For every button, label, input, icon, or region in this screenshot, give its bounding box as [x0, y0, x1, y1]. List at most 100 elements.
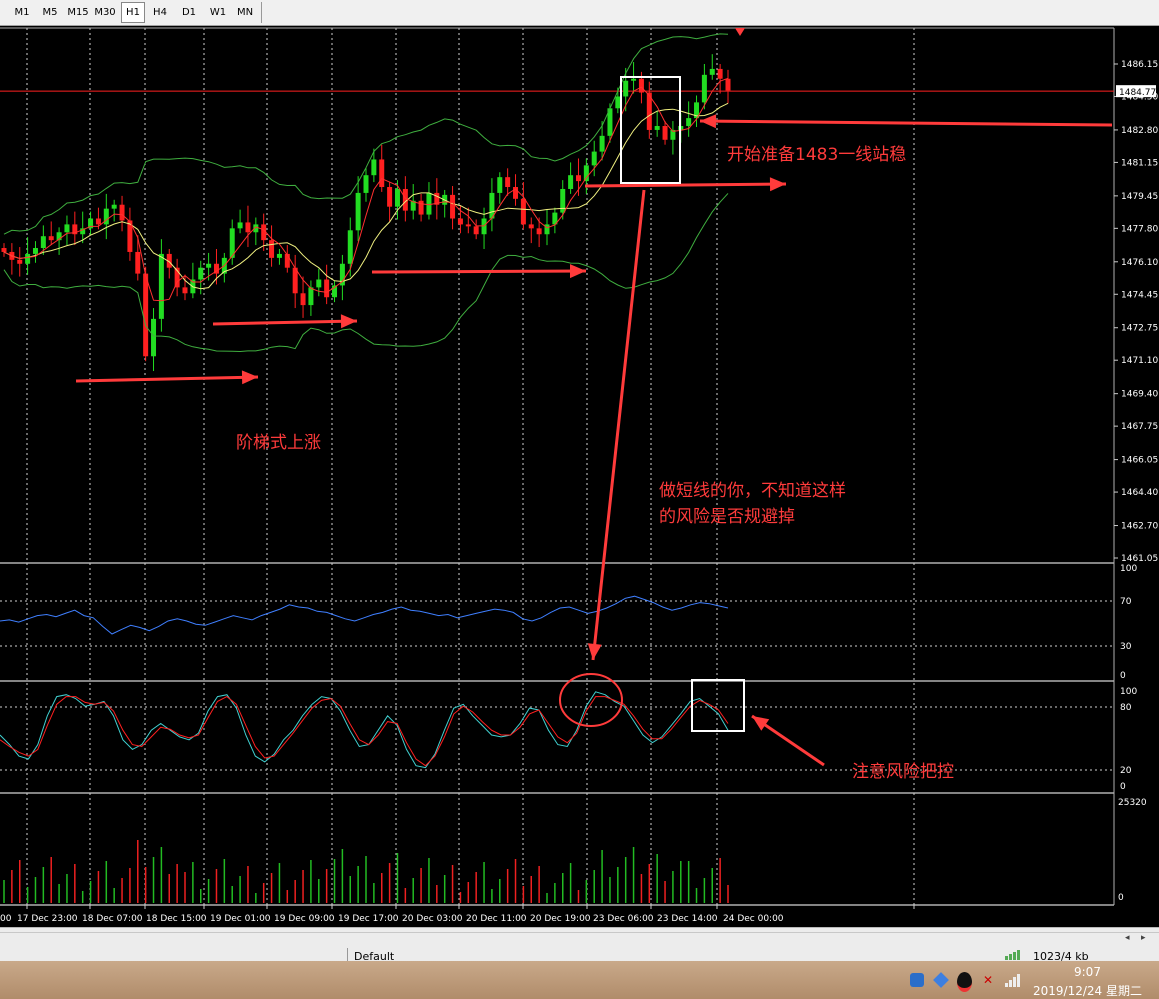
bear-candle	[457, 218, 463, 225]
timeframe-toolbar: M1 M5 M15 M30 H1 H4 D1 W1 MN	[0, 0, 1159, 26]
stair-arrow-3	[371, 269, 587, 274]
price-tick-label: 1461.05	[1121, 554, 1158, 564]
bull-candle	[237, 222, 243, 229]
price-tick-label: 1467.75	[1121, 422, 1158, 432]
status-separator	[347, 948, 348, 962]
bear-candle	[119, 204, 125, 221]
bull-candle	[371, 159, 377, 176]
time-axis-label: 20 Dec 19:00	[530, 914, 591, 924]
annotation-risk: 注意风险把控	[852, 762, 954, 782]
price-tick-label: 1481.15	[1121, 158, 1158, 168]
rsi-axis-label: 30	[1120, 642, 1132, 652]
price-chart: 1486.151484.501482.801481.151479.451477.…	[0, 27, 1158, 924]
price-tick-label: 1471.10	[1121, 356, 1158, 366]
stair-arrow-4-head	[769, 177, 786, 192]
clock-time[interactable]: 9:07	[1074, 965, 1101, 979]
stoch-axis-label: 0	[1120, 782, 1126, 792]
bull-candle	[206, 263, 212, 268]
time-axis-label: 18 Dec 07:00	[82, 914, 143, 924]
shield-icon[interactable]	[910, 973, 924, 987]
network-icon[interactable]	[1005, 973, 1021, 987]
stair-arrow-1	[75, 375, 259, 383]
bull-candle	[151, 318, 157, 357]
bear-candle	[638, 78, 644, 93]
annotation-stair: 阶梯式上涨	[236, 433, 321, 453]
bear-candle	[182, 287, 188, 294]
bull-candle	[623, 80, 629, 97]
bull-candle	[355, 192, 361, 231]
rsi-axis-label: 100	[1120, 564, 1137, 574]
bull-candle	[709, 68, 715, 75]
time-axis-label: 18 Dec 15:00	[146, 914, 207, 924]
divergence-arrow	[591, 189, 646, 661]
current-price-label: 1484.77	[1119, 88, 1156, 98]
time-axis-label: 23 Dec 06:00	[593, 914, 654, 924]
timeframe-m5[interactable]: M5	[39, 3, 61, 22]
annotation-short-term: 做短线的你，不知道这样 的风险是否规避掉	[659, 481, 846, 527]
price-tick-label: 1469.40	[1121, 390, 1158, 400]
qq-icon[interactable]	[957, 972, 972, 992]
bull-candle	[316, 279, 322, 288]
bear-candle	[725, 78, 731, 91]
time-axis-label: 19 Dec 09:00	[274, 914, 335, 924]
bear-candle	[245, 222, 251, 233]
bull-candle	[308, 287, 314, 306]
bear-candle	[520, 198, 526, 225]
stoch-highlight-box	[691, 679, 745, 732]
bull-candle	[111, 204, 117, 209]
timeframe-m1[interactable]: M1	[11, 3, 33, 22]
price-tick-label: 1476.10	[1121, 258, 1158, 268]
bear-candle	[379, 159, 385, 188]
new-bar-marker-icon	[735, 28, 745, 36]
bear-candle	[17, 259, 23, 264]
bear-candle	[575, 175, 581, 182]
price-tick-label: 1474.45	[1121, 290, 1158, 300]
bear-candle	[450, 194, 456, 219]
timeframe-m15[interactable]: M15	[66, 3, 90, 22]
scroll-right-icon[interactable]: ▸	[1141, 933, 1155, 943]
bull-candle	[654, 125, 660, 130]
bear-candle	[717, 68, 723, 79]
risk-arrow-head	[752, 716, 770, 731]
timeframe-h1[interactable]: H1	[121, 2, 145, 23]
rsi-axis-label: 70	[1120, 597, 1132, 607]
clock-date[interactable]: 2019/12/24 星期二	[1033, 982, 1142, 999]
time-axis-label: 24 Dec 00:00	[723, 914, 784, 924]
time-axis-label: 19 Dec 17:00	[338, 914, 399, 924]
bear-candle	[143, 273, 149, 357]
timeframe-mn[interactable]: MN	[234, 3, 256, 22]
bull-candle	[686, 118, 692, 126]
bear-candle	[269, 240, 275, 258]
bull-candle	[25, 253, 31, 264]
bear-candle	[95, 218, 101, 225]
volume-muted-icon[interactable]: ✕	[983, 973, 997, 987]
time-axis-label: 23 Dec 14:00	[657, 914, 718, 924]
bear-candle	[465, 224, 471, 227]
bear-candle	[662, 125, 668, 140]
toolbar-end-separator	[261, 2, 262, 23]
bull-candle	[347, 230, 353, 264]
bull-candle	[32, 248, 38, 254]
bull-candle	[568, 175, 574, 189]
price-tick-label: 1477.80	[1121, 224, 1158, 234]
price-tick-label: 1466.05	[1121, 456, 1158, 466]
timeframe-m30[interactable]: M30	[93, 3, 117, 22]
bull-candle	[64, 224, 70, 233]
bear-candle	[528, 224, 534, 229]
bull-candle	[339, 263, 345, 286]
timeframe-d1[interactable]: D1	[178, 3, 200, 22]
scroll-left-icon[interactable]: ◂	[1125, 933, 1139, 943]
timeframe-w1[interactable]: W1	[207, 3, 229, 22]
bear-candle	[135, 251, 141, 274]
stair-arrow-2	[212, 319, 358, 326]
price-tick-label: 1464.40	[1121, 488, 1158, 498]
stoch-axis-label: 80	[1120, 703, 1132, 713]
timeframe-h4[interactable]: H4	[149, 3, 171, 22]
time-axis-label: 19 Dec 01:00	[210, 914, 271, 924]
stoch-axis-label: 20	[1120, 766, 1132, 776]
bollinger-upper	[3, 33, 729, 235]
box-icon[interactable]	[933, 972, 949, 988]
stoch-axis-label: 100	[1120, 687, 1137, 697]
bull-candle	[363, 175, 369, 193]
price-tick-label: 1479.45	[1121, 192, 1158, 202]
